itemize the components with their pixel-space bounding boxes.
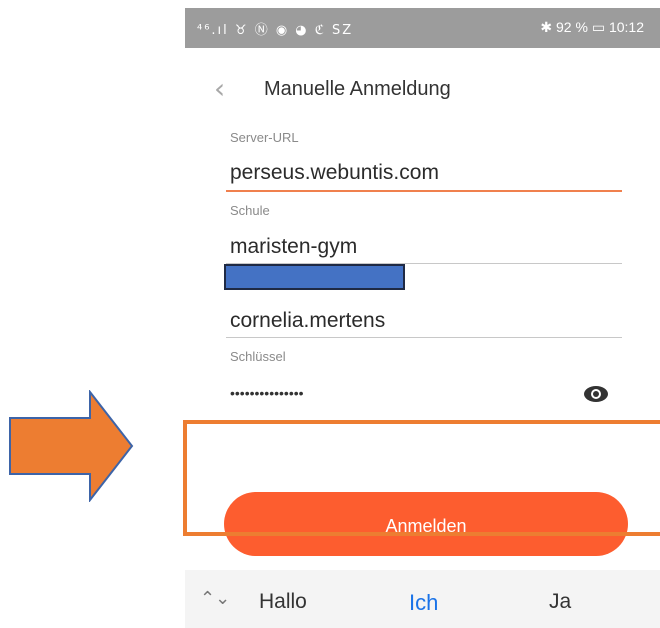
- suggestion-1[interactable]: Hallo: [259, 590, 307, 614]
- bluetooth-icon: ✱: [540, 19, 553, 35]
- eye-icon[interactable]: [583, 384, 609, 404]
- page-title: Manuelle Anmeldung: [264, 78, 451, 100]
- back-chevron-icon[interactable]: ‹: [214, 74, 244, 104]
- school-input[interactable]: maristen-gym: [230, 235, 357, 259]
- annotation-highlight-box: [183, 420, 660, 536]
- suggestion-2[interactable]: Ich: [409, 590, 438, 616]
- expand-chevron-icon[interactable]: ⌃⌄: [200, 588, 230, 609]
- server-url-underline: [226, 190, 622, 192]
- battery-percent: 92 %: [556, 19, 588, 35]
- clock: 10:12: [608, 19, 644, 35]
- key-label: Schlüssel: [230, 349, 286, 364]
- server-url-input[interactable]: perseus.webuntis.com: [230, 161, 439, 185]
- suggestion-3[interactable]: Ja: [549, 590, 571, 614]
- status-bar: ⁴⁶.ıl ♉ Ⓝ ◉ ◕ ℭ SZ ✱ 92 % ▭ 10:12: [185, 8, 660, 48]
- username-underline: [226, 337, 622, 338]
- annotation-arrow-icon: [9, 390, 134, 502]
- status-right: ✱ 92 % ▭ 10:12: [540, 19, 644, 36]
- server-url-label: Server-URL: [230, 130, 299, 145]
- key-input[interactable]: •••••••••••••••: [230, 385, 304, 401]
- redaction-box: [224, 264, 405, 290]
- school-label: Schule: [230, 203, 270, 218]
- battery-icon: ▭: [591, 19, 606, 35]
- status-icons: ⁴⁶.ıl ♉ Ⓝ ◉ ◕ ℭ SZ: [197, 23, 354, 38]
- keyboard-suggestion-bar: ⌃⌄ Hallo Ich Ja: [185, 570, 660, 628]
- username-input[interactable]: cornelia.mertens: [230, 309, 385, 333]
